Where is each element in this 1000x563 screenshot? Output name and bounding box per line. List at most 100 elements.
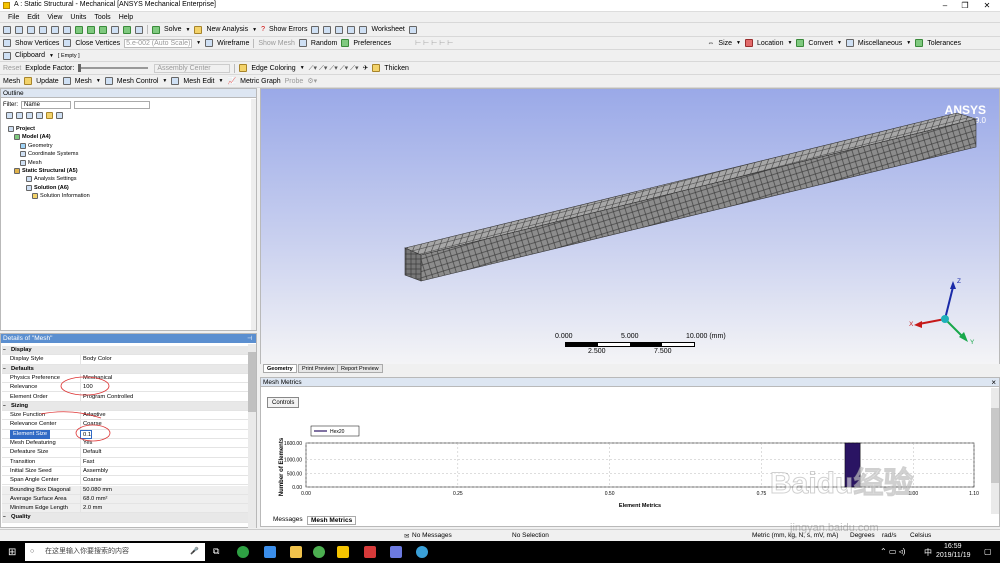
tree-filter-icon[interactable] xyxy=(26,112,33,119)
menu-tools[interactable]: Tools xyxy=(94,14,110,21)
metric-graph-button[interactable]: Metric Graph xyxy=(240,78,280,85)
app-red-icon[interactable] xyxy=(364,546,376,558)
axis-triad[interactable] xyxy=(901,271,981,351)
clock-time[interactable]: 16:59 xyxy=(944,543,962,550)
status-messages[interactable]: No Messages xyxy=(412,532,452,539)
tab-messages[interactable]: Messages xyxy=(270,516,306,525)
microphone-icon[interactable]: 🎤 xyxy=(190,543,199,561)
tray-icons[interactable]: ⌃ ▭ ◃) xyxy=(880,547,905,556)
app-workbench-icon[interactable] xyxy=(390,546,402,558)
size-dropdown-icon[interactable]: ▼ xyxy=(736,40,741,46)
close-button[interactable]: ✕ xyxy=(976,0,998,12)
graphics-viewport[interactable]: ANSYS R19.0 0.000 5.000 10.000 (mm) 2.50… xyxy=(260,88,1000,365)
tree-item-geometry[interactable]: Geometry xyxy=(20,142,53,149)
app-360-icon[interactable] xyxy=(237,546,249,558)
tree-item-solution-information[interactable]: Solution Information xyxy=(32,193,90,200)
tab-mesh-metrics[interactable]: Mesh Metrics xyxy=(307,516,357,525)
collapse-icon[interactable] xyxy=(16,112,23,119)
vertex-scale-dropdown-icon[interactable]: ▼ xyxy=(196,40,201,46)
metrics-scroll-thumb[interactable] xyxy=(991,408,999,483)
edge-style-icons[interactable]: ⟋▾ ⟋▾ ⟋▾ ⟋▾ ⟋▾ xyxy=(309,64,359,73)
taskbar-search-input[interactable]: ○ 在这里输入你要搜索的内容 🎤 xyxy=(25,543,205,561)
close-vertices-button[interactable]: Close Vertices xyxy=(75,40,120,47)
new-analysis-button[interactable]: New Analysis xyxy=(206,26,248,33)
mesh-edit-button[interactable]: Mesh Edit xyxy=(183,78,214,85)
expand-icon[interactable] xyxy=(6,112,13,119)
clipboard-dropdown-icon[interactable]: ▼ xyxy=(49,53,54,59)
face-select-icon[interactable] xyxy=(27,25,35,34)
clipboard-button[interactable]: Clipboard xyxy=(15,52,45,59)
green-cube-3-icon[interactable] xyxy=(99,25,107,34)
edge-coloring-button[interactable]: Edge Coloring xyxy=(251,65,295,72)
controls-button[interactable]: Controls xyxy=(267,397,300,408)
solve-icon[interactable] xyxy=(152,25,160,34)
view-icon[interactable] xyxy=(347,25,356,34)
windows-start-icon[interactable]: ⊞ xyxy=(8,547,16,558)
tab-report-preview[interactable]: Report Preview xyxy=(337,364,383,373)
filter-input[interactable] xyxy=(74,101,150,109)
slider-handle[interactable] xyxy=(78,64,82,72)
tree-item-mesh[interactable]: Mesh xyxy=(20,159,42,166)
assembly-center-select[interactable]: Assembly Center xyxy=(154,63,231,73)
tree-add-icon[interactable] xyxy=(135,25,143,34)
edge-select-icon[interactable] xyxy=(39,25,47,34)
location-button[interactable]: Location xyxy=(757,40,783,47)
random-button[interactable]: Random xyxy=(311,40,337,47)
folder-icon[interactable] xyxy=(46,112,53,119)
probe-button[interactable]: Probe xyxy=(285,78,304,85)
outline-scrollbar[interactable] xyxy=(251,99,256,330)
explode-factor-slider[interactable] xyxy=(78,64,149,72)
convert-button[interactable]: Convert xyxy=(808,40,833,47)
miscellaneous-button[interactable]: Miscellaneous xyxy=(858,40,902,47)
pin-icon[interactable]: ✈ xyxy=(363,64,369,72)
tree-item-static-structural-a5[interactable]: Static Structural (A5) xyxy=(14,168,78,174)
app-green-icon[interactable] xyxy=(313,546,325,558)
tree-item-project[interactable]: Project xyxy=(8,126,35,132)
ime-indicator[interactable]: 中 xyxy=(924,547,932,558)
wireframe-button[interactable]: Wireframe xyxy=(217,40,249,47)
show-vertices-button[interactable]: Show Vertices xyxy=(15,40,59,47)
menu-units[interactable]: Units xyxy=(70,14,86,21)
status-rads[interactable]: rad/s xyxy=(882,532,896,539)
mesh-control-dropdown-icon[interactable]: ▼ xyxy=(162,78,167,84)
gear-icon[interactable]: ⚙▾ xyxy=(307,77,317,85)
metrics-close-icon[interactable]: × xyxy=(991,378,996,387)
restore-button[interactable]: ❐ xyxy=(954,0,976,12)
clock-date[interactable]: 2019/11/19 xyxy=(936,552,971,559)
edge-coloring-dropdown-icon[interactable]: ▼ xyxy=(300,65,305,71)
app-browser-icon[interactable] xyxy=(416,546,428,558)
worksheet-button[interactable]: Worksheet xyxy=(371,26,404,33)
menu-help[interactable]: Help xyxy=(119,14,133,21)
update-button[interactable]: Update xyxy=(36,78,59,85)
menu-view[interactable]: View xyxy=(47,14,62,21)
body-select-icon[interactable] xyxy=(51,25,59,34)
tag-icon[interactable] xyxy=(408,25,417,34)
task-view-icon[interactable]: ⧉ xyxy=(213,546,219,557)
mesh-dropdown-button[interactable]: Mesh xyxy=(75,78,92,85)
menu-file[interactable]: File xyxy=(8,14,19,21)
tolerances-button[interactable]: Tolerances xyxy=(927,40,961,47)
show-errors-button[interactable]: Show Errors xyxy=(269,26,308,33)
thicken-button[interactable]: Thicken xyxy=(384,65,409,72)
green-cube-icon[interactable] xyxy=(75,25,83,34)
preferences-button[interactable]: Preferences xyxy=(353,40,391,47)
minimize-button[interactable]: – xyxy=(934,0,956,12)
vertex-scale-field[interactable]: 5.e-002 (Auto Scale) xyxy=(124,38,193,48)
convert-dropdown-icon[interactable]: ▼ xyxy=(837,40,842,46)
mesh-edit-dropdown-icon[interactable]: ▼ xyxy=(219,78,224,84)
metrics-scrollbar[interactable] xyxy=(991,388,999,514)
solve-button[interactable]: Solve xyxy=(164,26,182,33)
sort-icon[interactable] xyxy=(56,112,63,119)
window-icon[interactable] xyxy=(111,25,119,34)
show-mesh-button[interactable]: Show Mesh xyxy=(258,40,295,47)
green-cube-2-icon[interactable] xyxy=(87,25,95,34)
label-icon[interactable] xyxy=(323,25,332,34)
mesh-dropdown-icon[interactable]: ▼ xyxy=(96,78,101,84)
reset-button[interactable]: Reset xyxy=(3,65,21,72)
tab-geometry[interactable]: Geometry xyxy=(263,364,297,373)
tree-item-model-a4[interactable]: Model (A4) xyxy=(14,134,51,141)
tree-item-solution-a6[interactable]: Solution (A6) xyxy=(26,184,69,191)
mesh-control-button[interactable]: Mesh Control xyxy=(117,78,159,85)
mesh-model[interactable] xyxy=(261,89,1000,366)
filter-select[interactable]: Name xyxy=(21,101,71,109)
